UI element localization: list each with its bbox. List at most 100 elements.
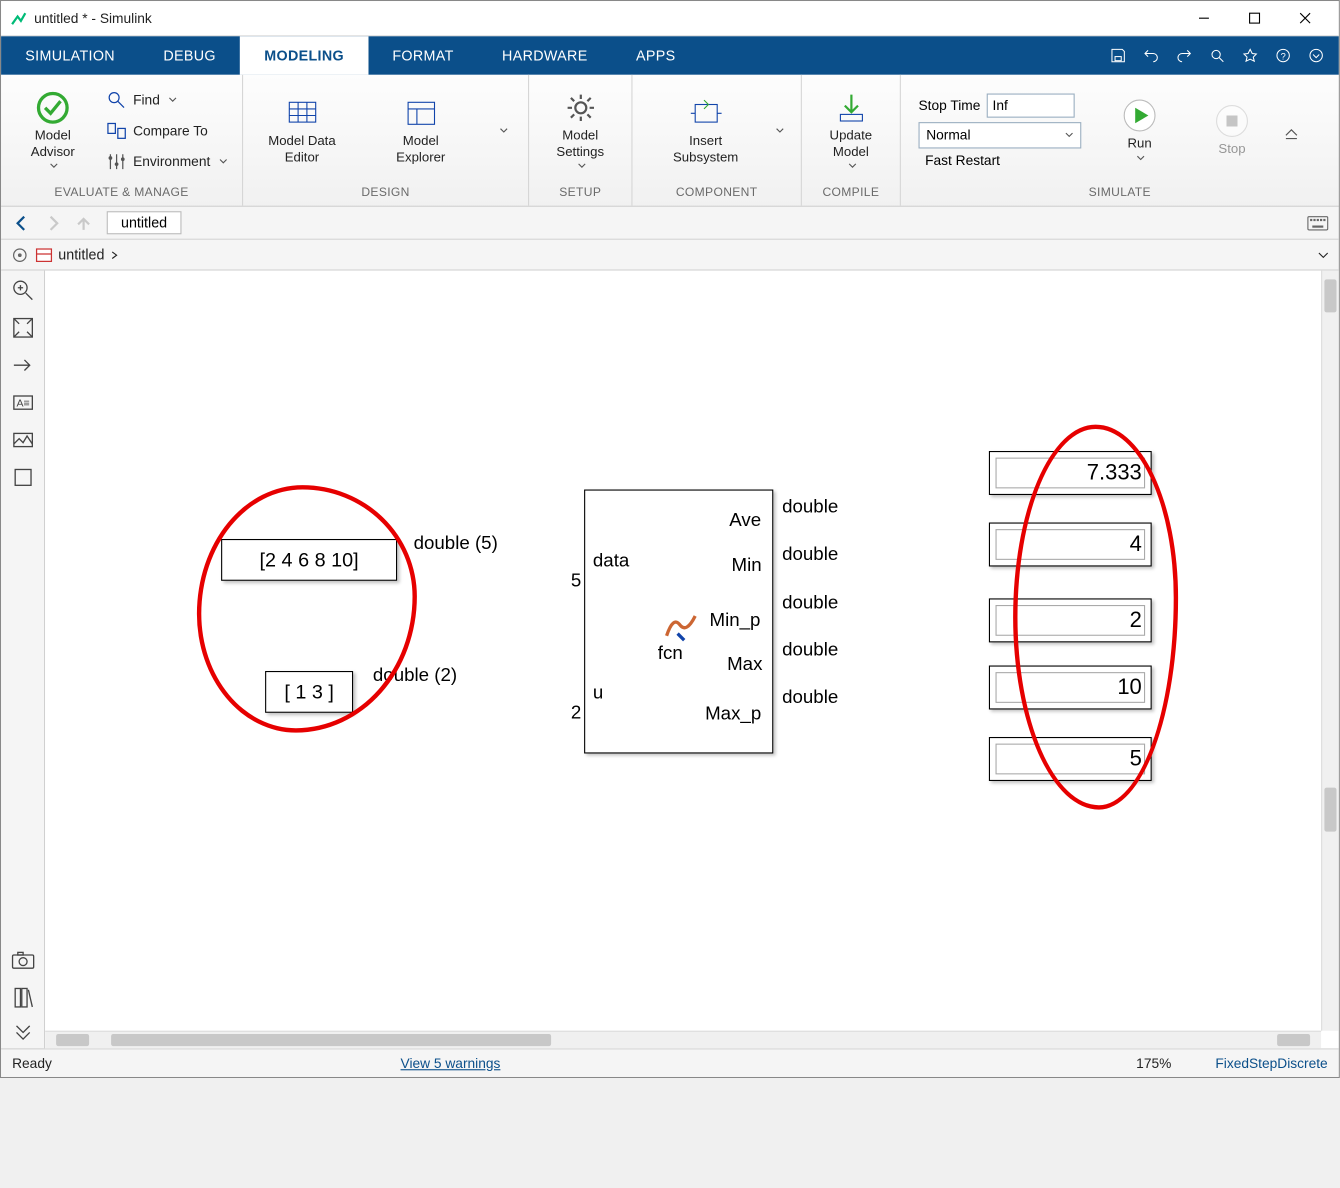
subsystem-icon: [688, 96, 723, 131]
horizontal-scrollbar[interactable]: [45, 1031, 1321, 1049]
chevron-right-icon: [109, 249, 120, 260]
play-icon: [1122, 98, 1157, 133]
more-icon[interactable]: [1301, 41, 1330, 70]
canvas-wrap: [2 4 6 8 10] [ 1 3 ] double (5) double (…: [45, 271, 1339, 1049]
save-icon[interactable]: [1103, 41, 1132, 70]
download-icon: [833, 90, 868, 125]
group-design-label: DESIGN: [243, 186, 528, 206]
in-dim-data: 5: [571, 570, 581, 592]
model-explorer-button[interactable]: Model Explorer: [378, 83, 464, 178]
fit-view-icon[interactable]: [9, 315, 35, 341]
in-port-u: u: [593, 682, 603, 704]
model-advisor-button[interactable]: Model Advisor: [10, 83, 96, 178]
check-icon: [35, 90, 70, 125]
canvas[interactable]: [2 4 6 8 10] [ 1 3 ] double (5) double (…: [45, 271, 1339, 1049]
library-icon[interactable]: [9, 985, 35, 1011]
keyboard-icon[interactable]: [1304, 210, 1333, 236]
design-expand-button[interactable]: [497, 126, 512, 135]
out-type-2: double: [782, 592, 838, 614]
group-evaluate-label: EVALUATE & MANAGE: [1, 186, 242, 206]
explorer-bar: untitled: [1, 240, 1339, 271]
group-component-label: COMPONENT: [633, 186, 801, 206]
model-data-editor-button[interactable]: Model Data Editor: [259, 83, 345, 178]
maximize-button[interactable]: [1229, 2, 1280, 35]
pin-icon[interactable]: [10, 245, 30, 265]
run-button[interactable]: Run: [1097, 83, 1183, 178]
explorer-path[interactable]: untitled: [58, 246, 104, 262]
app-icon: [10, 9, 28, 27]
arrow-tool-icon[interactable]: [9, 352, 35, 378]
status-zoom[interactable]: 175%: [1136, 1055, 1171, 1070]
area-tool-icon[interactable]: [9, 464, 35, 490]
search-icon[interactable]: [1202, 41, 1231, 70]
stoptime-label: Stop Time: [919, 97, 981, 112]
vertical-scrollbar[interactable]: [1321, 271, 1339, 1031]
content-area: A≡: [1, 271, 1339, 1049]
palette: A≡: [1, 271, 45, 1049]
signal-label-1: double (5): [414, 532, 498, 554]
help-icon[interactable]: ?: [1268, 41, 1297, 70]
tab-apps[interactable]: APPS: [612, 36, 700, 75]
close-button[interactable]: [1279, 2, 1330, 35]
title-bar: untitled * - Simulink: [1, 1, 1339, 36]
update-model-button[interactable]: Update Model: [811, 83, 891, 178]
tab-debug[interactable]: DEBUG: [139, 36, 240, 75]
stop-icon: [1214, 104, 1249, 139]
in-port-data: data: [593, 550, 629, 572]
signal-wires: [45, 271, 375, 436]
out-type-3: double: [782, 639, 838, 661]
nav-up-button[interactable]: [69, 210, 98, 236]
nav-bar: untitled: [1, 207, 1339, 240]
breadcrumb-model[interactable]: untitled: [107, 211, 182, 234]
gear-icon: [563, 90, 598, 125]
out-port-max: Max: [727, 653, 762, 675]
tab-simulation[interactable]: SIMULATION: [1, 36, 139, 75]
stoptime-input[interactable]: [987, 93, 1075, 117]
minimize-button[interactable]: [1178, 2, 1229, 35]
model-settings-button[interactable]: Model Settings: [538, 83, 623, 178]
nav-back-button[interactable]: [8, 210, 37, 236]
out-type-4: double: [782, 686, 838, 708]
sliders-icon: [107, 151, 127, 171]
chevron-down-icon[interactable]: [1317, 248, 1330, 261]
explorer-icon: [403, 96, 438, 131]
tab-format[interactable]: FORMAT: [368, 36, 478, 75]
zoom-tool-icon[interactable]: [9, 277, 35, 303]
stop-button[interactable]: Stop: [1189, 83, 1275, 178]
magnifier-icon: [107, 90, 127, 110]
out-port-minp: Min_p: [710, 609, 761, 631]
fast-restart-button[interactable]: Fast Restart: [919, 152, 1082, 167]
matlab-icon: [662, 612, 699, 643]
status-solver[interactable]: FixedStepDiscrete: [1215, 1055, 1327, 1070]
status-ready: Ready: [12, 1055, 52, 1070]
insert-subsystem-button[interactable]: Insert Subsystem: [645, 83, 766, 178]
compare-button[interactable]: Compare To: [102, 117, 232, 143]
out-type-1: double: [782, 543, 838, 565]
more-tools-icon[interactable]: [9, 1022, 35, 1048]
annotation-inputs: [197, 485, 417, 733]
window-title: untitled * - Simulink: [34, 10, 152, 25]
sim-mode-select[interactable]: Normal: [919, 122, 1082, 148]
undo-icon[interactable]: [1136, 41, 1165, 70]
quick-access: ?: [1103, 36, 1338, 75]
camera-icon[interactable]: [9, 947, 35, 973]
component-expand-button[interactable]: [773, 126, 788, 135]
status-warnings[interactable]: View 5 warnings: [401, 1055, 501, 1070]
tab-modeling[interactable]: MODELING: [240, 36, 368, 75]
out-port-maxp: Max_p: [705, 703, 761, 725]
out-port-min: Min: [732, 554, 762, 576]
redo-icon[interactable]: [1169, 41, 1198, 70]
model-icon: [34, 245, 54, 265]
annotation-tool-icon[interactable]: A≡: [9, 389, 35, 415]
group-compile-label: COMPILE: [802, 186, 900, 206]
nav-forward-button[interactable]: [39, 210, 68, 236]
environment-button[interactable]: Environment: [102, 148, 232, 174]
favorites-icon[interactable]: [1235, 41, 1264, 70]
out-type-0: double: [782, 496, 838, 518]
out-port-ave: Ave: [729, 509, 761, 531]
find-button[interactable]: Find: [102, 86, 232, 112]
status-bar: Ready View 5 warnings 175% FixedStepDisc…: [1, 1048, 1339, 1077]
tab-hardware[interactable]: HARDWARE: [478, 36, 612, 75]
image-tool-icon[interactable]: [9, 427, 35, 453]
collapse-toolstrip-button[interactable]: [1282, 120, 1302, 140]
